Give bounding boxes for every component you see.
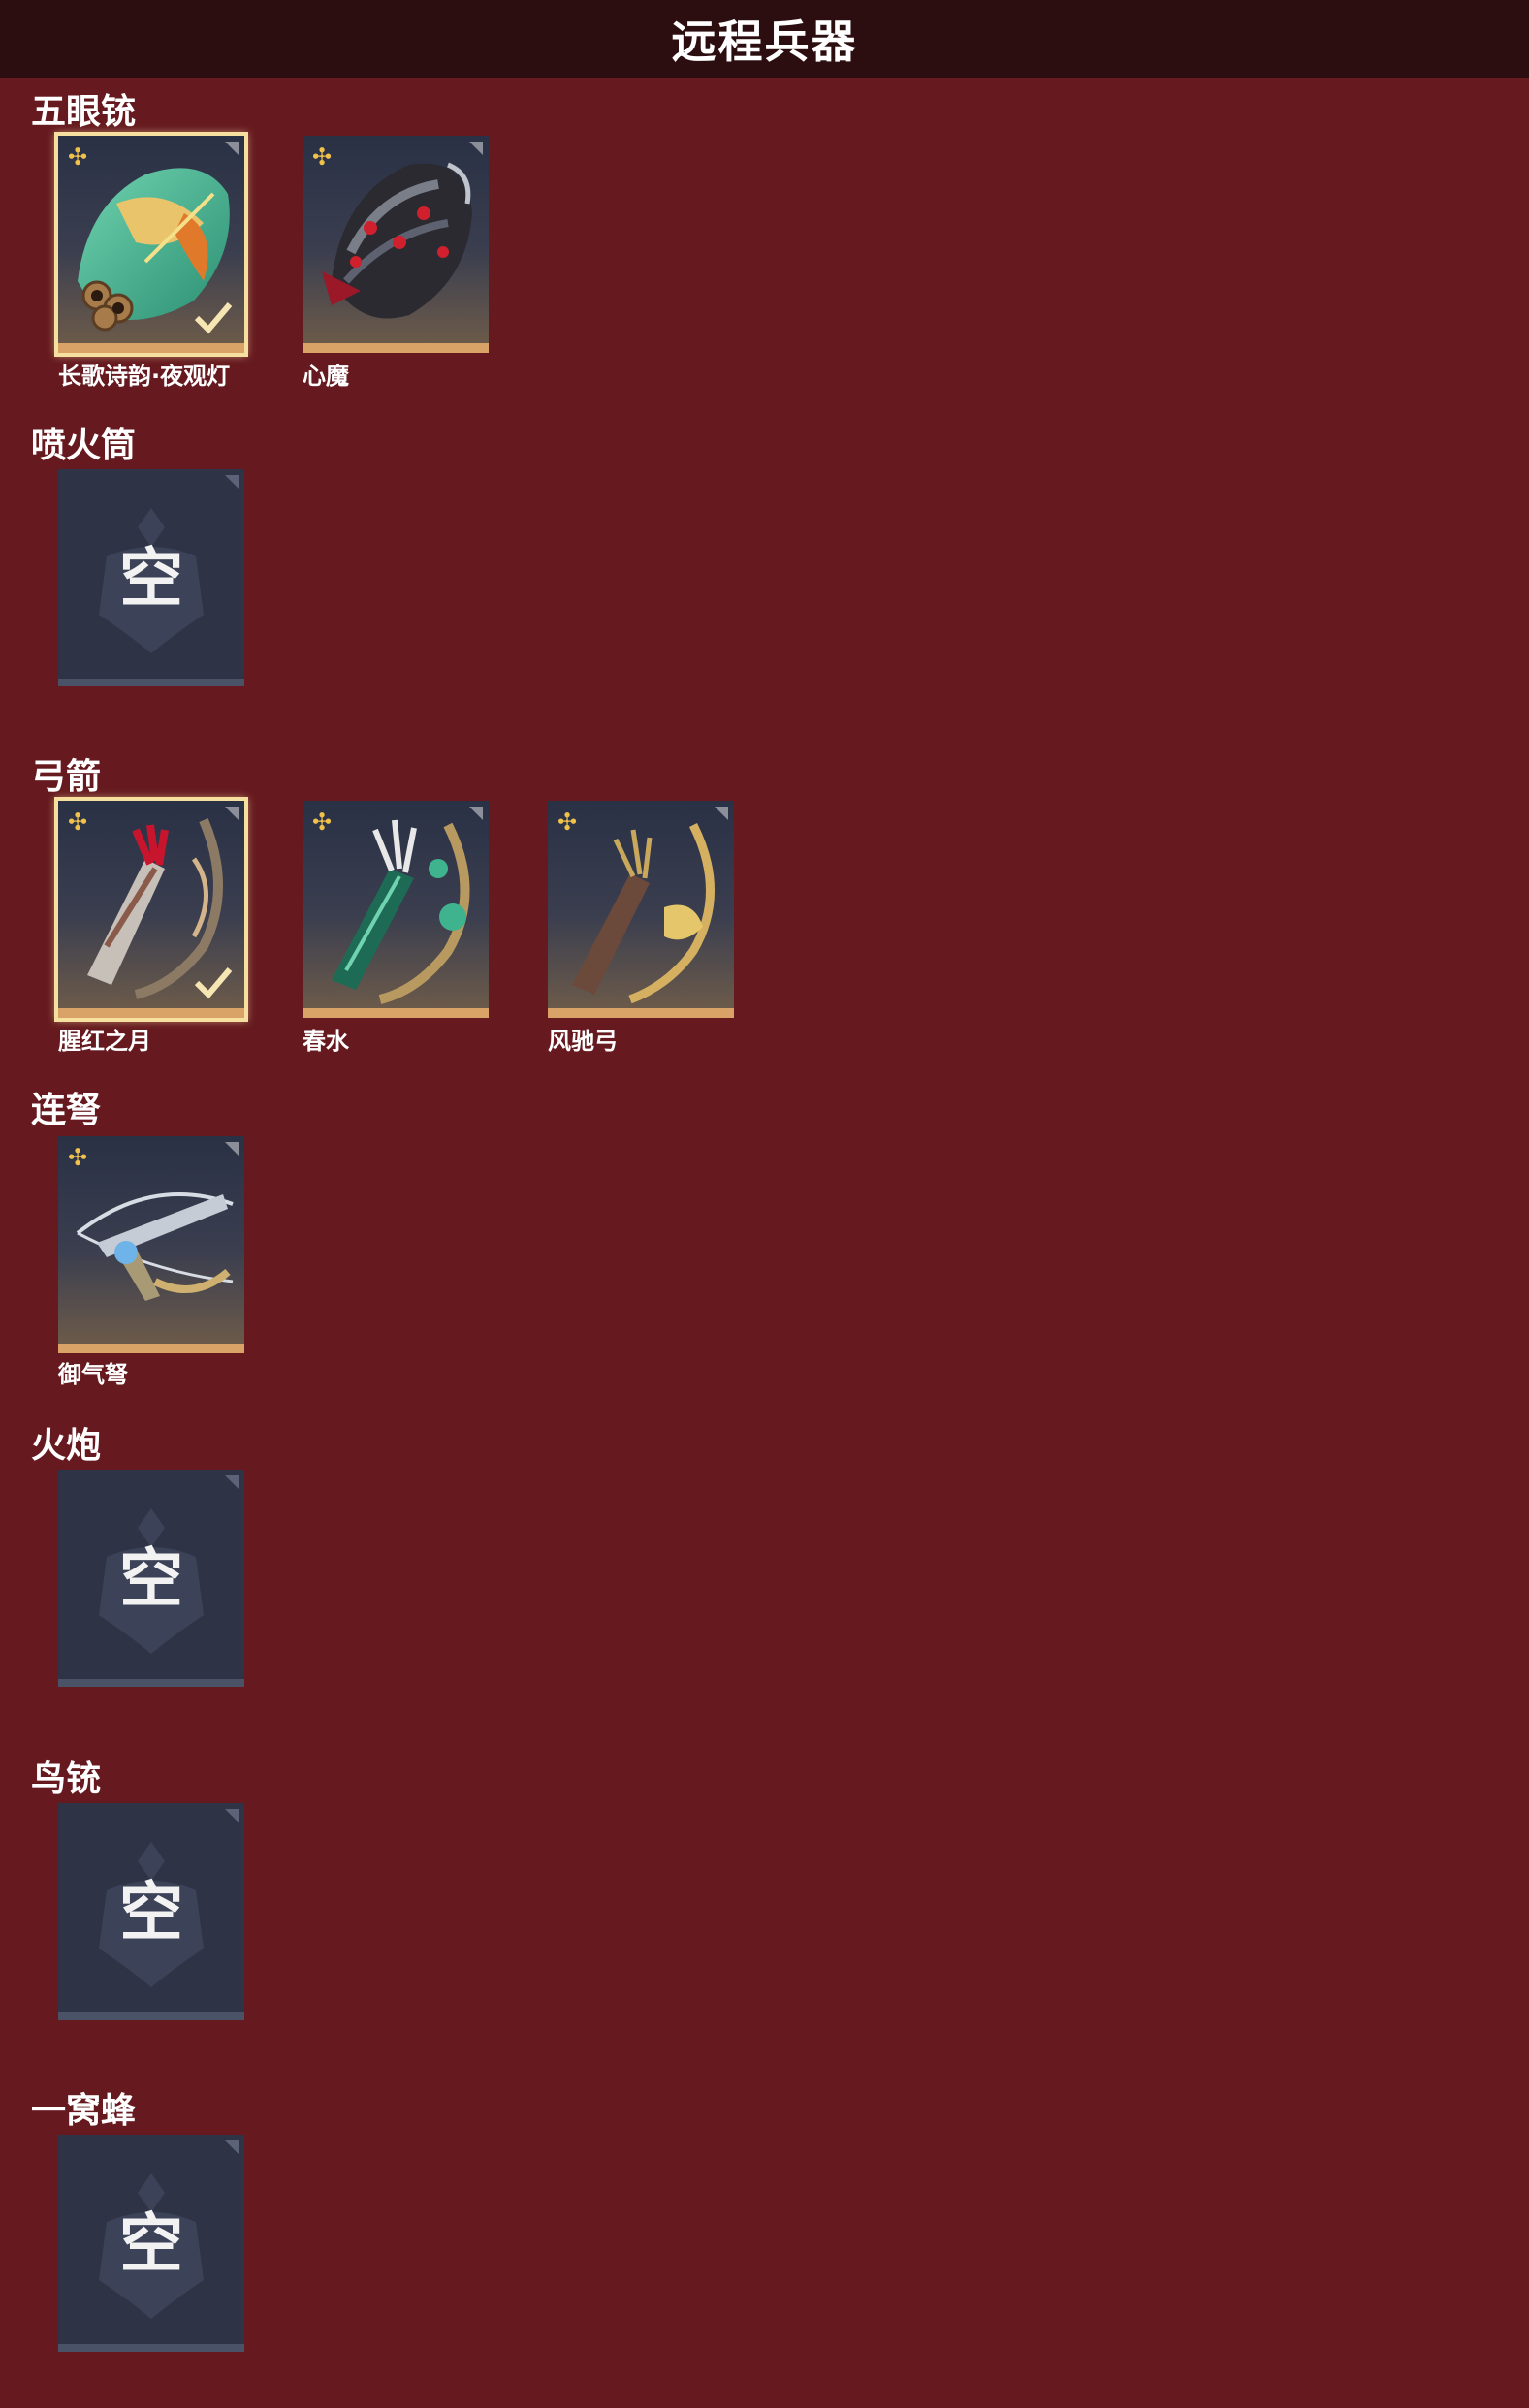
star-icon: ✣	[68, 143, 88, 171]
empty-label: 空	[119, 541, 183, 616]
section-title-penhuotong: 喷火筒	[31, 426, 137, 465]
section-title-niaochong: 鸟铳	[31, 1759, 102, 1799]
corner-icon	[225, 475, 239, 489]
empty-slot-card[interactable]: 空	[58, 1470, 244, 1687]
weapon-name-label: 腥红之月	[58, 1028, 151, 1055]
corner-icon	[225, 1142, 239, 1156]
star-icon: ✣	[68, 1144, 88, 1171]
header: 远程兵器	[0, 0, 1529, 78]
empty-slot-card[interactable]: 空	[58, 469, 244, 686]
section-title-huopao: 火炮	[31, 1426, 102, 1466]
weapon-card-xinmo[interactable]: ✣	[303, 136, 489, 353]
weapon-card-changge[interactable]: ✣	[58, 136, 244, 353]
corner-icon	[469, 142, 483, 155]
weapon-card-fengchi[interactable]: ✣	[548, 801, 734, 1018]
section-title-gongjian: 弓箭	[31, 757, 102, 797]
star-icon: ✣	[312, 143, 333, 171]
weapon-name-label: 春水	[303, 1028, 349, 1055]
corner-icon	[225, 1809, 239, 1822]
weapon-card-yuqinu[interactable]: ✣	[58, 1136, 244, 1353]
star-icon: ✣	[68, 808, 88, 836]
section-title-wuyanchong: 五眼铳	[31, 92, 137, 132]
corner-icon	[225, 2140, 239, 2154]
section-title-liannu: 连弩	[31, 1091, 102, 1130]
corner-icon	[225, 1475, 239, 1489]
weapon-name-label: 心魔	[303, 363, 349, 390]
corner-icon	[225, 142, 239, 155]
corner-icon	[715, 807, 728, 820]
check-icon	[194, 302, 233, 334]
empty-label: 空	[119, 2206, 183, 2281]
star-icon: ✣	[557, 808, 578, 836]
empty-label: 空	[119, 1541, 183, 1616]
weapon-name-label: 风驰弓	[548, 1028, 618, 1055]
corner-icon	[225, 807, 239, 820]
weapon-name-label: 长歌诗韵·夜观灯	[58, 363, 231, 390]
weapon-name-label: 御气弩	[58, 1361, 128, 1388]
corner-icon	[469, 807, 483, 820]
empty-slot-card[interactable]: 空	[58, 2135, 244, 2352]
weapon-card-chunshui[interactable]: ✣	[303, 801, 489, 1018]
empty-slot-card[interactable]: 空	[58, 1803, 244, 2020]
section-title-yiwofeng: 一窝蜂	[31, 2091, 137, 2131]
page-title: 远程兵器	[671, 16, 858, 68]
check-icon	[194, 967, 233, 999]
empty-label: 空	[119, 1875, 183, 1949]
weapon-card-xinghong[interactable]: ✣	[58, 801, 244, 1018]
star-icon: ✣	[312, 808, 333, 836]
